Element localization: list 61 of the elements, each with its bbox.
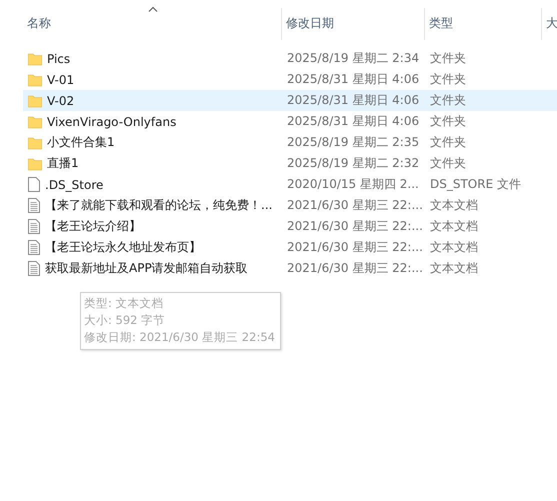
file-type: DS_STORE 文件 [429,176,522,193]
modified-date: 2025/8/31 星期日 4:06 [286,92,420,109]
text-document-icon [28,198,40,213]
file-row[interactable]: 【来了就能下载和观看的论坛，纯免费！... 2021/6/30 星期三 22:... 文本文档 [23,195,557,216]
file-name: 【老王论坛永久地址发布页】 [45,239,201,256]
file-row[interactable]: 【老王论坛永久地址发布页】 2021/6/30 星期三 22:... 文本文档 [23,237,557,258]
folder-icon [28,136,42,150]
modified-date: 2025/8/31 星期日 4:06 [286,113,420,130]
modified-date: 2025/8/19 星期二 2:32 [286,155,420,172]
modified-date: 2021/6/30 星期三 22:... [286,260,424,277]
file-name: Pics [47,52,70,66]
file-type: 文本文档 [429,260,479,277]
file-type: 文本文档 [429,239,479,256]
column-header[interactable]: 名称 [23,8,282,40]
modified-date: 2025/8/19 星期二 2:34 [286,50,420,67]
file-row[interactable]: 获取最新地址及APP请发邮箱自动获取 2021/6/30 星期三 22:... 文本文档 [23,258,557,279]
folder-icon [28,94,42,108]
text-document-icon [28,261,40,276]
file-name: 【老王论坛介绍】 [45,218,141,235]
file-row[interactable]: V-02 2025/8/31 星期日 4:06 文件夹 [23,90,557,111]
modified-date: 2020/10/15 星期四 2... [286,176,420,193]
folder-icon [28,72,42,86]
file-type: 文件夹 [429,155,467,172]
file-type: 文件夹 [429,50,467,67]
text-document-icon [28,219,40,234]
file-row[interactable]: Pics 2025/8/19 星期二 2:34 文件夹 [23,48,557,69]
file-icon [28,177,40,192]
file-row[interactable]: 小文件合集1 2025/8/19 星期二 2:35 文件夹 [23,132,557,153]
tooltip-line: 类型: 文本文档 [84,295,165,312]
file-type: 文件夹 [429,134,467,151]
tooltip-line: 修改日期: 2021/6/30 星期三 22:54 [84,329,275,346]
column-header[interactable]: 修改日期 [282,8,425,40]
modified-date: 2021/6/30 星期三 22:... [286,218,424,235]
file-name: V-01 [47,72,74,86]
file-name: VixenVirago-Onlyfans [47,114,176,128]
modified-date: 2025/8/31 星期日 4:06 [286,71,420,88]
file-type: 文件夹 [429,113,467,130]
file-row[interactable]: 【老王论坛介绍】 2021/6/30 星期三 22:... 文本文档 [23,216,557,237]
file-name: .DS_Store [45,178,104,192]
column-header[interactable]: 类型 [425,8,542,40]
file-name: 直播1 [47,155,79,172]
modified-date: 2021/6/30 星期三 22:... [286,239,424,256]
file-type: 文本文档 [429,197,479,214]
folder-icon [28,114,42,128]
file-row[interactable]: .DS_Store 2020/10/15 星期四 2... DS_STORE 文件 [23,174,557,195]
folder-icon [28,52,42,66]
file-name: 获取最新地址及APP请发邮箱自动获取 [45,260,248,277]
file-type: 文件夹 [429,92,467,109]
file-name: 【来了就能下载和观看的论坛，纯免费！... [45,197,272,214]
file-row[interactable]: VixenVirago-Onlyfans 2025/8/31 星期日 4:06 文件夹 [23,111,557,132]
folder-icon [28,156,42,170]
file-type: 文本文档 [429,218,479,235]
modified-date: 2025/8/19 星期二 2:35 [286,134,420,151]
file-name: V-02 [47,94,74,108]
modified-date: 2021/6/30 星期三 22:... [286,197,424,214]
file-name: 小文件合集1 [47,134,115,151]
file-row[interactable]: V-01 2025/8/31 星期日 4:06 文件夹 [23,69,557,90]
text-document-icon [28,240,40,255]
file-row[interactable]: 直播1 2025/8/19 星期二 2:32 文件夹 [23,153,557,174]
tooltip-line: 大小: 592 字节 [84,312,166,329]
file-type: 文件夹 [429,71,467,88]
